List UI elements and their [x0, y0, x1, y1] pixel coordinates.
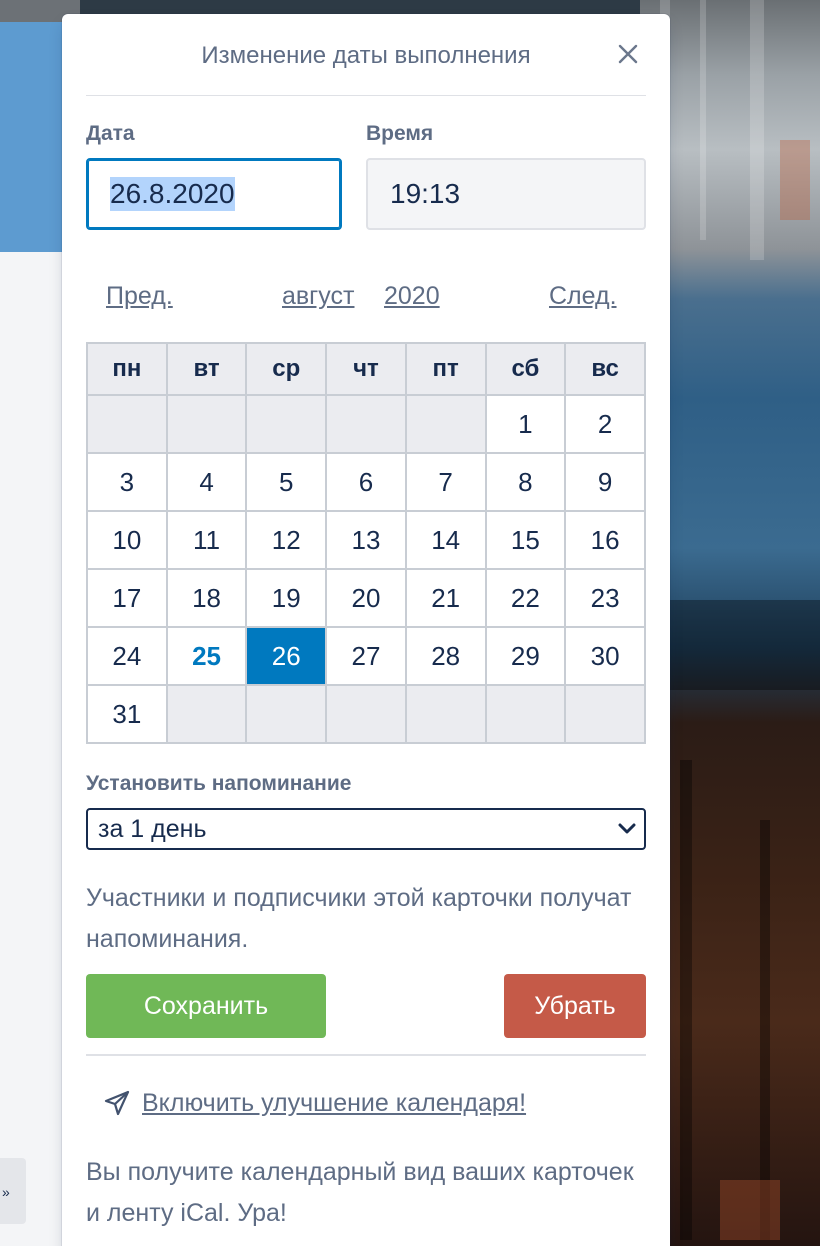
calendar-day[interactable]: 4 — [165, 452, 248, 512]
reminder-selected-value: за 1 день — [98, 814, 207, 843]
close-icon — [618, 44, 638, 64]
calendar-day[interactable]: 16 — [564, 510, 646, 570]
calendar-week-row: 17 18 19 20 21 22 23 — [86, 568, 646, 628]
date-input-value: 26.8.2020 — [110, 177, 235, 211]
calendar-empty-cell — [325, 684, 407, 744]
weekday-header: пн — [86, 342, 168, 396]
calendar-day[interactable]: 18 — [165, 568, 248, 628]
calendar-grid: пн вт ср чт пт сб вс 1 2 3 4 5 6 7 8 9 10 11 12 13 14 15 16 17… — [86, 342, 646, 744]
popover-title: Изменение даты выполнения — [201, 42, 531, 69]
calendar-empty-cell — [484, 684, 567, 744]
calendar-upgrade-note: Вы получите календарный вид ваших карточ… — [86, 1158, 634, 1227]
calendar-empty-cell — [245, 684, 328, 744]
weekday-header-row: пн вт ср чт пт сб вс — [86, 342, 646, 396]
divider — [86, 1054, 646, 1056]
calendar-day[interactable]: 21 — [404, 568, 487, 628]
time-label: Время — [366, 122, 434, 145]
time-input[interactable]: 19:13 — [366, 158, 646, 230]
weekday-header: пт — [404, 342, 487, 396]
calendar-empty-cell — [404, 684, 487, 744]
remove-button[interactable]: Убрать — [504, 974, 646, 1038]
chevron-down-icon — [618, 823, 636, 834]
calendar-day-selected[interactable]: 26 — [245, 626, 328, 686]
calendar-day-today[interactable]: 25 — [165, 626, 248, 686]
calendar-day[interactable]: 1 — [484, 394, 567, 454]
calendar-day[interactable]: 9 — [564, 452, 646, 512]
calendar-day[interactable]: 13 — [325, 510, 407, 570]
calendar-day[interactable]: 30 — [564, 626, 646, 686]
reminder-note: Участники и подписчики этой карточки пол… — [86, 884, 632, 953]
prev-month-link[interactable]: Пред. — [106, 282, 173, 311]
calendar-week-row: 3456789 — [86, 452, 646, 512]
calendar-day[interactable]: 14 — [404, 510, 487, 570]
due-date-popover: Изменение даты выполнения Дата Время 26.… — [62, 14, 670, 1246]
calendar-day[interactable]: 6 — [325, 452, 407, 512]
calendar-empty-cell — [245, 394, 328, 454]
sidebar-toggle-glyph: » — [2, 1184, 10, 1200]
calendar-day[interactable]: 24 — [86, 626, 168, 686]
calendar-day[interactable]: 17 — [86, 568, 168, 628]
calendar-day[interactable]: 23 — [564, 568, 646, 628]
weekday-header: вс — [564, 342, 646, 396]
calendar-day[interactable]: 10 — [86, 510, 168, 570]
calendar-day[interactable]: 11 — [165, 510, 248, 570]
calendar-week-row: 10 11 12 13 14 15 16 — [86, 510, 646, 570]
year-select[interactable]: 2020 — [384, 282, 440, 311]
calendar-empty-cell — [325, 394, 407, 454]
calendar-day[interactable]: 15 — [484, 510, 567, 570]
calendar-day[interactable]: 22 — [484, 568, 567, 628]
calendar-day[interactable]: 20 — [325, 568, 407, 628]
month-select[interactable]: август — [282, 282, 354, 311]
calendar-day[interactable]: 3 — [86, 452, 168, 512]
calendar-upgrade-link-text: Включить улучшение календаря! — [142, 1088, 527, 1117]
calendar-empty-cell — [165, 394, 248, 454]
calendar-empty-cell — [165, 684, 248, 744]
calendar-day[interactable]: 29 — [484, 626, 567, 686]
calendar-day[interactable]: 2 — [564, 394, 646, 454]
calendar-day[interactable]: 5 — [245, 452, 328, 512]
calendar-upgrade-link[interactable]: Включить улучшение календаря! — [102, 1088, 526, 1118]
weekday-header: вт — [165, 342, 248, 396]
save-button[interactable]: Сохранить — [86, 974, 326, 1038]
calendar-day[interactable]: 7 — [404, 452, 487, 512]
next-month-link[interactable]: След. — [549, 282, 617, 311]
date-input[interactable]: 26.8.2020 — [86, 158, 342, 230]
calendar-day[interactable]: 19 — [245, 568, 328, 628]
weekday-header: чт — [325, 342, 407, 396]
time-input-value: 19:13 — [390, 178, 461, 209]
date-label: Дата — [86, 122, 135, 145]
rocket-icon — [104, 1090, 130, 1116]
calendar-empty-cell — [564, 684, 646, 744]
sidebar-toggle[interactable]: » — [0, 1158, 26, 1224]
calendar-day[interactable]: 8 — [484, 452, 567, 512]
calendar-empty-cell — [404, 394, 487, 454]
popover-header: Изменение даты выполнения — [86, 14, 646, 96]
calendar-week-row: 31 — [86, 684, 646, 744]
weekday-header: сб — [484, 342, 567, 396]
reminder-select[interactable]: за 1 день — [86, 808, 646, 850]
calendar-day[interactable]: 28 — [404, 626, 487, 686]
calendar-week-row: 12 — [86, 394, 646, 454]
calendar-day[interactable]: 27 — [325, 626, 407, 686]
weekday-header: ср — [245, 342, 328, 396]
calendar-day[interactable]: 31 — [86, 684, 168, 744]
reminder-label: Установить напоминание — [86, 772, 352, 795]
close-button[interactable] — [612, 38, 644, 70]
calendar-empty-cell — [86, 394, 168, 454]
calendar-day[interactable]: 12 — [245, 510, 328, 570]
calendar-week-row: 24 25 26 27 28 29 30 — [86, 626, 646, 686]
